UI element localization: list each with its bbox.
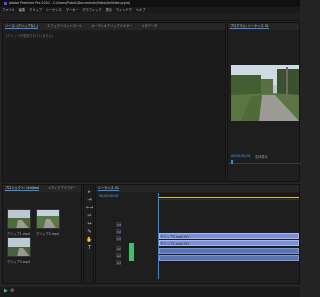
program-video-frame[interactable] <box>231 65 299 121</box>
project-clip-thumb[interactable] <box>7 209 31 229</box>
tab-project[interactable]: プロジェクト: Untitled <box>5 186 39 191</box>
track-select-icon[interactable]: ⇥ <box>86 197 93 203</box>
tools-panel: ▸ ⇥ ⟷ ✂ ↔ ✎ ✋ T <box>83 184 94 284</box>
video-clip-v1[interactable]: クリップ1.mp4 [V] <box>159 240 299 246</box>
video-clip-v2[interactable]: クリップ2.mp4 [V] <box>159 233 299 239</box>
tab-effect-controls[interactable]: エフェクトコントロール <box>47 24 82 28</box>
source-tab-row: ソース: (クリップなし) エフェクトコントロール オーディオクリップミキサー … <box>3 23 225 30</box>
menu-sequence[interactable]: シーケンス <box>46 8 62 12</box>
timeline-timecode[interactable]: 00;00;00;00 <box>99 194 118 198</box>
track-v1-toggle[interactable]: V1 <box>116 236 121 241</box>
premiere-app-icon <box>4 1 7 5</box>
menu-clip[interactable]: クリップ <box>29 8 42 12</box>
track-a1-toggle[interactable]: A1 <box>116 246 121 251</box>
menu-edit[interactable]: 編集 <box>19 8 25 12</box>
project-tab-row: プロジェクト: Untitled メディアブラウザー <box>3 185 81 192</box>
hand-icon[interactable]: ✋ <box>86 237 93 243</box>
play-icon[interactable]: ▶ <box>4 289 8 294</box>
program-timecode[interactable]: 00;00;00;00 <box>231 154 250 158</box>
pen-icon[interactable]: ✎ <box>86 229 93 235</box>
audio-clip-a2[interactable] <box>159 255 299 261</box>
timeline-tab-row: シーケンス 01 <box>96 185 299 192</box>
tab-program[interactable]: プログラム: シーケンス 01 <box>230 24 269 29</box>
program-playhead[interactable] <box>231 160 233 164</box>
window-title: Adobe Premiere Pro 2020 - C:\Users\Publi… <box>9 1 130 5</box>
track-v2-toggle[interactable]: V2 <box>116 229 121 234</box>
track-v3-toggle[interactable]: V3 <box>116 222 121 227</box>
fit-dropdown[interactable]: 全体表示 <box>255 154 268 159</box>
menu-window[interactable]: ウィンドウ <box>116 8 132 12</box>
clip-1-thumbnail <box>8 210 30 228</box>
road-scene-image <box>231 65 299 121</box>
menu-graphics[interactable]: グラフィック <box>82 8 101 12</box>
source-patch-indicator[interactable] <box>129 243 134 261</box>
clip-name-2: クリップ2.mp4 <box>36 232 59 236</box>
no-clip-message: (クリップが選択されていません) <box>6 34 53 38</box>
menu-marker[interactable]: マーカー <box>66 8 79 12</box>
timeline-panel: シーケンス 01 00;00;00;00 V3 V2 V1 A1 A2 A3 ク… <box>95 184 300 284</box>
window-titlebar: Adobe Premiere Pro 2020 - C:\Users\Publi… <box>0 0 300 7</box>
tab-sequence[interactable]: シーケンス 01 <box>98 186 119 191</box>
menu-help[interactable]: ヘルプ <box>136 8 146 12</box>
selection-tool-icon[interactable]: ▸ <box>86 189 93 195</box>
clip-2-thumbnail <box>37 210 59 228</box>
project-clip-thumb[interactable] <box>7 237 31 257</box>
wrench-icon[interactable]: ⚙ <box>10 289 14 294</box>
tab-source[interactable]: ソース: (クリップなし) <box>5 24 39 29</box>
menu-view[interactable]: 表示 <box>106 8 112 12</box>
clip-name-1: クリップ1.mp4 <box>7 232 30 236</box>
track-a3-toggle[interactable]: A3 <box>116 260 121 265</box>
type-icon[interactable]: T <box>86 245 93 251</box>
ripple-edit-icon[interactable]: ⟷ <box>86 205 93 211</box>
tab-audio-clip-mixer[interactable]: オーディオクリップミキサー <box>91 24 132 28</box>
clip-name-3: クリップ3.mp4 <box>7 260 30 264</box>
work-area-bar[interactable] <box>158 197 299 198</box>
slip-icon[interactable]: ↔ <box>86 221 93 227</box>
workspace-bar <box>0 13 300 21</box>
project-panel: プロジェクト: Untitled メディアブラウザー クリップ1.mp4 クリッ… <box>2 184 82 284</box>
clip-3-thumbnail <box>8 238 30 256</box>
tab-metadata[interactable]: メタデータ <box>141 24 157 28</box>
status-bar: ▶ ⚙ <box>0 287 300 297</box>
razor-icon[interactable]: ✂ <box>86 213 93 219</box>
audio-clip-a1[interactable] <box>159 248 299 254</box>
source-viewer[interactable]: (クリップが選択されていません) <box>3 30 225 181</box>
track-a2-toggle[interactable]: A2 <box>116 253 121 258</box>
program-monitor: プログラム: シーケンス 01 00;00;00;00 全体表示 <box>227 22 301 182</box>
project-clip-thumb[interactable] <box>36 209 60 229</box>
video-clip-v2-label: クリップ2.mp4 [V] <box>160 235 189 239</box>
source-panel: ソース: (クリップなし) エフェクトコントロール オーディオクリップミキサー … <box>2 22 226 182</box>
program-tab-row: プログラム: シーケンス 01 <box>228 23 299 30</box>
video-clip-v1-label: クリップ1.mp4 [V] <box>160 242 189 246</box>
tab-media-browser[interactable]: メディアブラウザー <box>48 186 76 190</box>
menu-file[interactable]: ファイル <box>2 8 15 12</box>
program-time-ruler[interactable] <box>228 163 301 164</box>
